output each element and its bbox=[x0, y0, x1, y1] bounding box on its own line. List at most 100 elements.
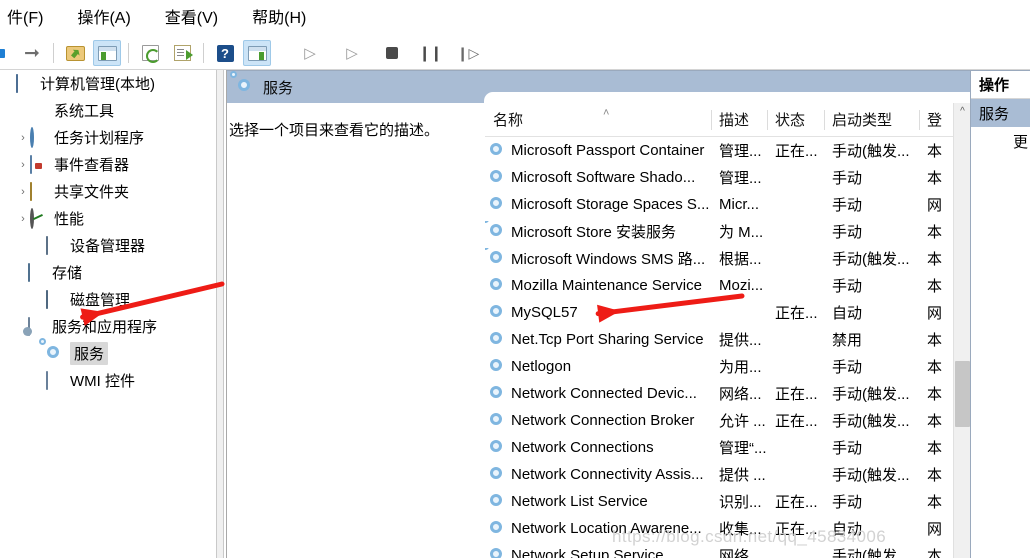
back-icon[interactable] bbox=[0, 40, 14, 66]
tree-device-manager[interactable]: 设备管理器 bbox=[0, 232, 216, 259]
tree-label-device-manager: 设备管理器 bbox=[70, 238, 146, 255]
tree-disk-management[interactable]: 磁盘管理 bbox=[0, 286, 216, 313]
service-logon-as-cell: 本 bbox=[927, 467, 943, 484]
table-row[interactable]: Network Connected Devic... 网络... 正在... 手动(触… bbox=[485, 380, 970, 407]
tree-label-disk-management: 磁盘管理 bbox=[70, 292, 131, 309]
service-name-cell: Net.Tcp Port Sharing Service bbox=[485, 331, 711, 348]
table-row[interactable]: Microsoft Storage Spaces S... Micr... 手动 网 bbox=[485, 191, 970, 218]
chevron-right-icon-performance[interactable]: › bbox=[16, 213, 30, 225]
table-row[interactable]: Network Connectivity Assis... 提供 ... 手动(触发… bbox=[485, 461, 970, 488]
service-name-cell: Mozilla Maintenance Service bbox=[485, 277, 711, 294]
table-row[interactable]: Network Connections 管理“... 手动 本 bbox=[485, 434, 970, 461]
service-logon-as-cell: 本 bbox=[927, 278, 943, 295]
table-row[interactable]: Microsoft Store 安装服务 为 M... 手动 本 bbox=[485, 218, 970, 245]
column-header-status[interactable]: 状态 bbox=[767, 103, 824, 137]
service-name-label: Network Connection Broker bbox=[511, 412, 695, 429]
export-list-glyph bbox=[173, 45, 193, 61]
tree-task-scheduler[interactable]: › 任务计划程序 bbox=[0, 124, 216, 151]
tree-services-and-applications[interactable]: 服务和应用程序 bbox=[0, 313, 216, 340]
pause-glyph: ❙❙ bbox=[418, 44, 442, 62]
refresh-icon[interactable] bbox=[136, 40, 164, 66]
scroll-up-icon[interactable]: ^ bbox=[954, 103, 970, 120]
start-service-icon[interactable]: ▷ bbox=[296, 40, 324, 66]
service-startup-type-cell: 手动 bbox=[832, 224, 863, 241]
service-description-cell: 允许 ... bbox=[719, 413, 766, 430]
chevron-right-icon-task-scheduler[interactable]: › bbox=[16, 132, 30, 144]
service-status-cell: 正在... bbox=[775, 305, 818, 322]
forward-icon[interactable]: ➞ bbox=[18, 40, 46, 66]
service-logon-as-cell: 本 bbox=[927, 494, 943, 511]
service-gear-icon bbox=[489, 358, 506, 375]
tree-services[interactable]: 服务 bbox=[0, 337, 216, 367]
console-tree-glyph bbox=[97, 45, 117, 61]
tree-shared-folders[interactable]: › 共享文件夹 bbox=[0, 178, 216, 205]
tab-corner bbox=[484, 92, 970, 103]
tree-computer-management[interactable]: 计算机管理(本地) bbox=[0, 70, 216, 97]
service-status-cell: 正在... bbox=[775, 521, 818, 538]
service-startup-type-cell: 手动(触发... bbox=[832, 386, 910, 403]
table-row[interactable]: Netlogon 为用... 手动 本 bbox=[485, 353, 970, 380]
column-header-startup-type-label: 启动类型 bbox=[832, 112, 893, 129]
service-description-cell: 为 M... bbox=[719, 224, 764, 241]
table-row[interactable]: Network Setup Service 网络... 手动(触发... 本 bbox=[485, 542, 970, 558]
help-icon[interactable]: ? bbox=[211, 40, 239, 66]
table-row[interactable]: Network List Service 识别... 正在... 手动 本 bbox=[485, 488, 970, 515]
menu-item-file[interactable]: 件(F) bbox=[0, 0, 60, 37]
service-name-cell: Microsoft Passport Container bbox=[485, 142, 711, 159]
tree-storage[interactable]: 存储 bbox=[0, 259, 216, 286]
menu-item-help[interactable]: 帮助(H) bbox=[235, 0, 323, 37]
service-gear-icon bbox=[489, 142, 506, 159]
table-row[interactable]: Network Connection Broker 允许 ... 正在... 手动(触… bbox=[485, 407, 970, 434]
menu-item-view[interactable]: 查看(V) bbox=[148, 0, 235, 37]
tree-event-viewer[interactable]: › 事件查看器 bbox=[0, 151, 216, 178]
table-row[interactable]: MySQL57 正在... 自动 网 bbox=[485, 299, 970, 326]
service-name-cell: Network Connected Devic... bbox=[485, 385, 711, 402]
service-gear-icon bbox=[489, 493, 506, 510]
service-name-label: Microsoft Passport Container bbox=[511, 142, 705, 159]
column-header-name[interactable]: 名称 ˄ bbox=[485, 103, 711, 137]
stop-service-icon[interactable] bbox=[378, 40, 406, 66]
actions-group-services[interactable]: 服务 bbox=[971, 99, 1030, 127]
table-row[interactable]: Network Location Awarene... 收集... 正在... 自动 网 bbox=[485, 515, 970, 542]
service-description-cell: Micr... bbox=[719, 196, 759, 213]
up-folder-icon[interactable] bbox=[61, 40, 89, 66]
show-action-pane-icon[interactable] bbox=[243, 40, 271, 66]
vertical-scrollbar[interactable]: ^ bbox=[953, 103, 970, 558]
table-row[interactable]: Net.Tcp Port Sharing Service 提供... 禁用 本 bbox=[485, 326, 970, 353]
service-name-label: Network Setup Service bbox=[511, 547, 664, 558]
action-more-actions[interactable]: 更 bbox=[971, 127, 1030, 155]
resume-service-icon[interactable]: ▷ bbox=[338, 40, 366, 66]
table-row[interactable]: Mozilla Maintenance Service Mozi... 手动 本 bbox=[485, 272, 970, 299]
tree-label-event-viewer: 事件查看器 bbox=[54, 157, 130, 174]
restart-service-icon[interactable]: ❙▷ bbox=[454, 40, 482, 66]
export-list-icon[interactable] bbox=[168, 40, 196, 66]
actions-pane-title: 操作 bbox=[971, 71, 1030, 99]
menu-item-action[interactable]: 操作(A) bbox=[60, 0, 147, 37]
service-description-cell: 管理... bbox=[719, 170, 762, 187]
service-status-cell: 正在... bbox=[775, 494, 818, 511]
service-description-cell: Mozi... bbox=[719, 277, 764, 294]
column-header-description[interactable]: 描述 bbox=[711, 103, 767, 137]
table-row[interactable]: Microsoft Windows SMS 路... 根据... 手动(触发... 本 bbox=[485, 245, 970, 272]
service-name-label: Net.Tcp Port Sharing Service bbox=[511, 331, 704, 348]
main-content: 计算机管理(本地) 系统工具 › 任务计划程序 › 事件查看器 › 共享文件夹 bbox=[0, 70, 1030, 558]
tree-splitter[interactable] bbox=[216, 70, 224, 558]
show-hide-console-tree-icon[interactable] bbox=[93, 40, 121, 66]
service-name-label: Network Connections bbox=[511, 439, 654, 456]
tree-system-tools[interactable]: 系统工具 bbox=[0, 97, 216, 124]
column-header-logon-as[interactable]: 登 bbox=[919, 103, 947, 137]
column-header-startup-type[interactable]: 启动类型 bbox=[824, 103, 919, 137]
scrollbar-thumb[interactable] bbox=[955, 361, 970, 427]
service-startup-type-cell: 手动(触发... bbox=[832, 413, 910, 430]
service-description-cell: 识别... bbox=[719, 494, 762, 511]
table-row[interactable]: Microsoft Software Shado... 管理... 手动 本 bbox=[485, 164, 970, 191]
tree-wmi-control[interactable]: WMI 控件 bbox=[0, 367, 216, 394]
chevron-right-icon-shared-folders[interactable]: › bbox=[16, 186, 30, 198]
tree-performance[interactable]: › 性能 bbox=[0, 205, 216, 232]
pause-service-icon[interactable]: ❙❙ bbox=[416, 40, 444, 66]
service-startup-type-cell: 自动 bbox=[832, 305, 863, 322]
console-title-bar: 服务 bbox=[227, 71, 970, 103]
table-row[interactable]: Microsoft Passport Container 管理... 正在... 手动… bbox=[485, 137, 970, 164]
service-description-cell: 提供... bbox=[719, 332, 762, 349]
chevron-right-icon-event-viewer[interactable]: › bbox=[16, 159, 30, 171]
